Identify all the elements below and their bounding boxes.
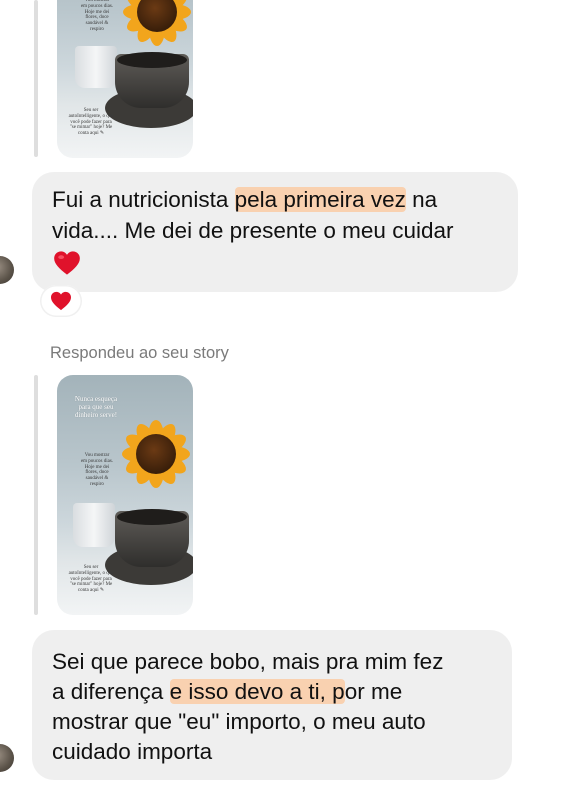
heart-emoji [54,251,80,275]
cup-rim [117,52,187,68]
message-1-highlight: pela primeira vez [234,187,406,212]
story-caption-small: Vou mostrar em poucos dias. Hoje me dei … [80,0,114,32]
message-2-highlight: e isso devo a ti, p [169,679,345,704]
reply-bar-top [34,0,38,157]
heart-emoji [51,291,71,311]
message-2-line-1: Sei que parece bobo, mais pra mim fez [52,649,444,674]
message-1-line-1: Fui a nutricionista pela primeira vez na [52,185,437,215]
glass-image [73,503,115,547]
glass-image [75,46,117,88]
message-2-line-3: mostrar que "eu" importo, o meu auto [52,709,426,734]
reply-context-label: Respondeu ao seu story [50,344,229,362]
message-1-text-before: Fui a nutricionista [52,187,235,212]
reply-bar-bottom [34,375,38,615]
reaction-pill[interactable] [40,285,82,317]
message-2-text-before: a diferença [52,679,170,704]
message-1-text-after: na [405,187,438,212]
message-1-line-2: vida.... Me dei de presente o meu cuidar [52,218,454,243]
story-thumbnail-top[interactable]: Vou mostrar em poucos dias. Hoje me dei … [57,0,193,158]
story-caption-small-2: Seu ser autoIntelligente, o que você pod… [68,108,114,136]
story-caption-small: Vou mostrar em poucos dias. Hoje me dei … [80,453,114,487]
message-2-text-after: or me [344,679,403,704]
sunflower-image [122,420,190,488]
story-thumbnail-bottom[interactable]: Nunca esqueça para que seu dinheiro serv… [57,375,193,615]
sunflower-image [123,0,191,46]
story-caption-small-2: Seu ser autoIntelligente, o que você pod… [68,565,114,593]
avatar[interactable] [0,256,14,284]
message-2-line-4: cuidado importa [52,739,213,764]
cup-rim [117,509,187,525]
story-headline: Nunca esqueça para que seu dinheiro serv… [74,395,118,420]
message-2-line-2: a diferença e isso devo a ti, por me [52,677,402,707]
avatar[interactable] [0,744,14,772]
